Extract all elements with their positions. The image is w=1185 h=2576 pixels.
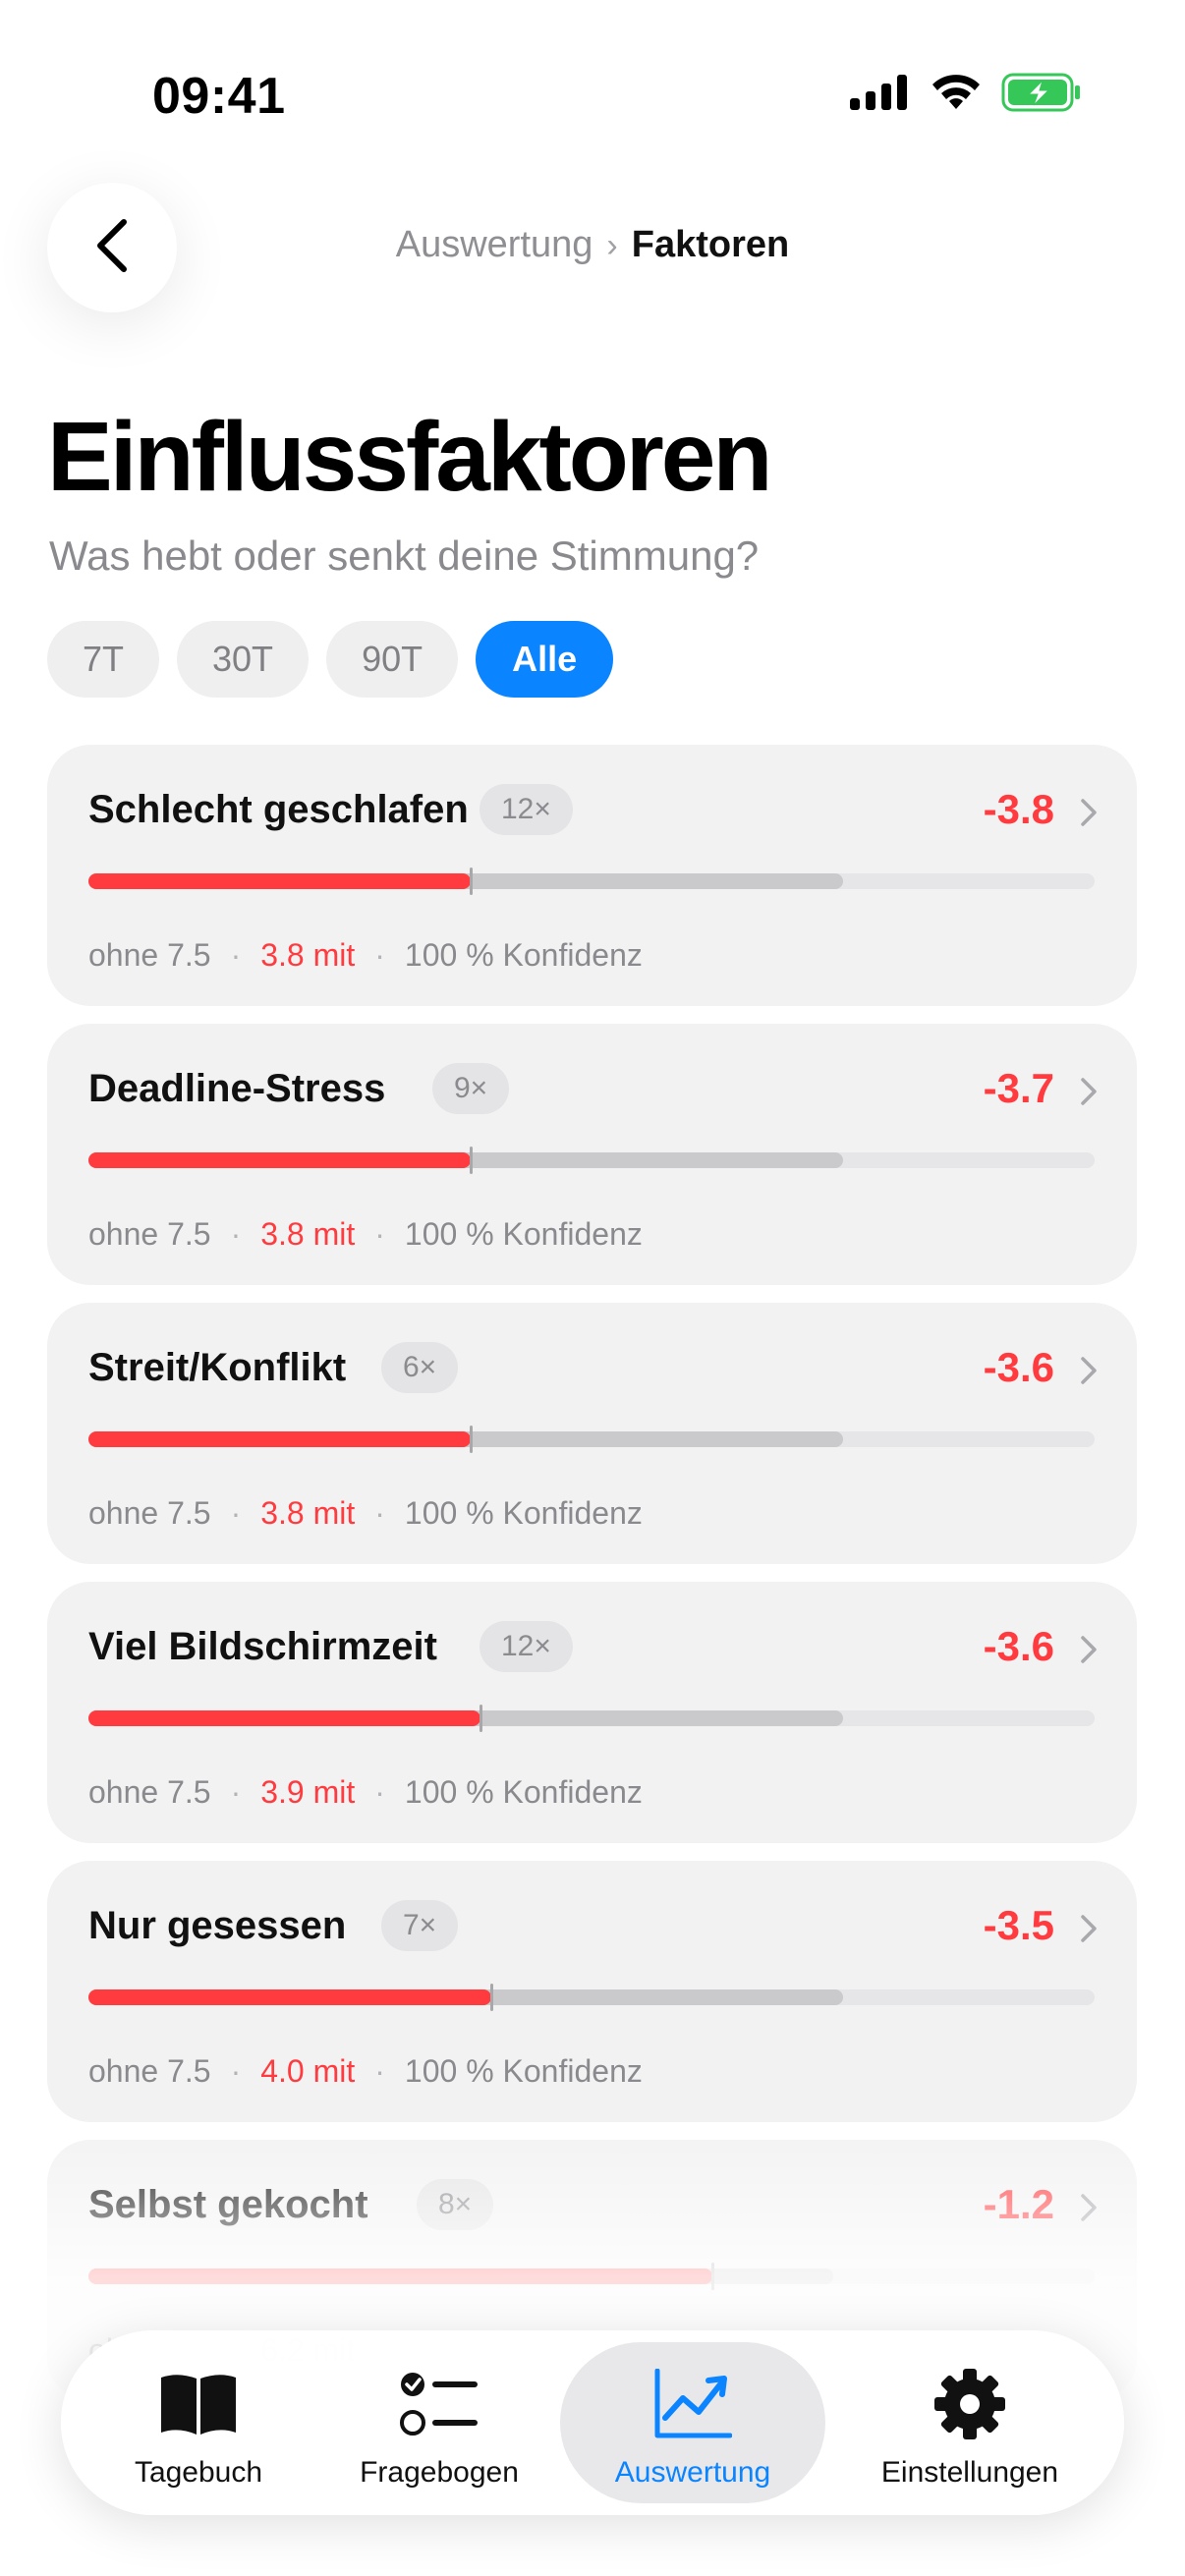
battery-charging-icon — [1001, 73, 1082, 117]
mood-delta: -3.6 — [983, 1623, 1054, 1669]
factor-stats: ohne 7.5 · 3.8 mit · 100 % Konfidenz — [88, 937, 643, 974]
breadcrumb-separator: › — [606, 227, 618, 264]
factor-name: Deadline-Stress — [88, 1067, 386, 1110]
separator-dot: · — [374, 2053, 385, 2089]
confidence-label: 100 % Konfidenz — [404, 1216, 643, 1252]
mood-with-bar — [88, 1710, 480, 1726]
factor-name: Schlecht geschlafen — [88, 788, 469, 831]
mood-without-label: ohne 7.5 — [88, 1774, 211, 1810]
mood-with-label: 4.0 mit — [260, 2053, 356, 2089]
mood-delta: -3.5 — [983, 1902, 1054, 1948]
chevron-right-icon — [1080, 1356, 1098, 1390]
gear-icon — [932, 2366, 1007, 2442]
factor-card[interactable]: Deadline-Stress 9× -3.7 ohne 7.5 · 3.8 m… — [47, 1024, 1137, 1285]
factor-card[interactable]: Nur gesessen 7× -3.5 ohne 7.5 · 4.0 mit … — [47, 1861, 1137, 2122]
mood-without-label: ohne 7.5 — [88, 1495, 211, 1531]
mood-delta: -3.6 — [983, 1344, 1054, 1390]
mood-delta: -3.8 — [983, 786, 1054, 832]
chevron-right-icon — [1080, 1635, 1098, 1669]
tab-auswertung[interactable]: Auswertung — [560, 2330, 825, 2515]
factor-name: Viel Bildschirmzeit — [88, 1625, 437, 1668]
mood-delta: -3.7 — [983, 1065, 1054, 1111]
page-title: Einflussfaktoren — [47, 402, 772, 512]
mood-with-marker — [470, 1147, 473, 1174]
mood-without-label: ohne 7.5 — [88, 2053, 211, 2089]
mood-with-bar — [88, 873, 471, 889]
confidence-label: 100 % Konfidenz — [404, 1495, 643, 1531]
mood-comparison-bar — [88, 1147, 1095, 1174]
mood-comparison-bar — [88, 868, 1095, 895]
mood-without-label: ohne 7.5 — [88, 937, 211, 973]
filter-90t[interactable]: 90T — [326, 621, 459, 698]
tab-fragebogen[interactable]: Fragebogen — [336, 2330, 542, 2515]
separator-dot: · — [374, 1216, 385, 1252]
time-range-filter: 7T 30T 90T Alle — [47, 621, 614, 698]
status-icons — [850, 73, 1082, 117]
separator-dot: · — [230, 1774, 242, 1810]
factor-card[interactable]: Streit/Konflikt 6× -3.6 ohne 7.5 · 3.8 m… — [47, 1303, 1137, 1564]
chevron-right-icon — [1080, 798, 1098, 832]
mood-with-marker — [470, 868, 473, 895]
tab-bar: Tagebuch Fragebogen Auswertung Einstellu… — [61, 2330, 1124, 2515]
filter-7t[interactable]: 7T — [47, 621, 160, 698]
book-icon — [158, 2366, 239, 2442]
confidence-label: 100 % Konfidenz — [404, 937, 643, 973]
confidence-label: 100 % Konfidenz — [404, 2053, 643, 2089]
separator-dot: · — [374, 937, 385, 973]
mood-comparison-bar — [88, 1984, 1095, 2011]
tab-label: Fragebogen — [360, 2456, 519, 2489]
mood-with-label: 3.9 mit — [260, 1774, 356, 1810]
cellular-signal-icon — [850, 75, 911, 115]
filter-30t[interactable]: 30T — [177, 621, 310, 698]
tab-tagebuch[interactable]: Tagebuch — [100, 2330, 297, 2515]
mood-comparison-bar — [88, 1426, 1095, 1453]
checklist-icon — [399, 2366, 480, 2442]
separator-dot: · — [230, 2053, 242, 2089]
occurrence-count-badge: 7× — [381, 1900, 459, 1951]
breadcrumb-parent[interactable]: Auswertung — [396, 224, 593, 265]
factor-stats: ohne 7.5 · 3.9 mit · 100 % Konfidenz — [88, 1774, 643, 1811]
tab-einstellungen[interactable]: Einstellungen — [847, 2330, 1093, 2515]
separator-dot: · — [230, 1495, 242, 1531]
filter-alle[interactable]: Alle — [476, 621, 614, 698]
wifi-icon — [931, 74, 982, 116]
mood-with-label: 3.8 mit — [260, 1495, 356, 1531]
chevron-right-icon — [1080, 1914, 1098, 1948]
mood-with-marker — [490, 1984, 493, 2011]
separator-dot: · — [374, 1774, 385, 1810]
occurrence-count-badge: 6× — [381, 1342, 459, 1393]
factor-card[interactable]: Schlecht geschlafen 12× -3.8 ohne 7.5 · … — [47, 745, 1137, 1006]
status-time: 09:41 — [152, 68, 286, 125]
tab-label: Auswertung — [614, 2456, 771, 2489]
occurrence-count-badge: 9× — [432, 1063, 510, 1114]
separator-dot: · — [230, 1216, 242, 1252]
breadcrumb-current: Faktoren — [631, 224, 790, 265]
mood-with-label: 3.8 mit — [260, 937, 356, 973]
mood-with-label: 3.8 mit — [260, 1216, 356, 1252]
mood-with-bar — [88, 1431, 471, 1447]
mood-with-marker — [480, 1705, 482, 1732]
chevron-right-icon — [1080, 1077, 1098, 1111]
factor-stats: ohne 7.5 · 3.8 mit · 100 % Konfidenz — [88, 1216, 643, 1253]
mood-comparison-bar — [88, 1705, 1095, 1732]
factor-card[interactable]: Viel Bildschirmzeit 12× -3.6 ohne 7.5 · … — [47, 1582, 1137, 1843]
occurrence-count-badge: 12× — [480, 1621, 573, 1672]
occurrence-count-badge: 12× — [480, 784, 573, 835]
mood-with-marker — [470, 1426, 473, 1453]
separator-dot: · — [230, 937, 242, 973]
separator-dot: · — [374, 1495, 385, 1531]
breadcrumb: Auswertung › Faktoren — [0, 224, 1185, 266]
factor-name: Nur gesessen — [88, 1904, 347, 1947]
mood-without-label: ohne 7.5 — [88, 1216, 211, 1252]
tab-label: Tagebuch — [134, 2456, 263, 2489]
mood-with-bar — [88, 1989, 491, 2005]
factor-stats: ohne 7.5 · 3.8 mit · 100 % Konfidenz — [88, 1495, 643, 1532]
mood-with-bar — [88, 1152, 471, 1168]
page-subtitle: Was hebt oder senkt deine Stimmung? — [49, 532, 760, 579]
factor-name: Streit/Konflikt — [88, 1346, 347, 1389]
confidence-label: 100 % Konfidenz — [404, 1774, 643, 1810]
tab-label: Einstellungen — [880, 2456, 1059, 2489]
chart-trend-icon — [653, 2366, 732, 2442]
factor-stats: ohne 7.5 · 4.0 mit · 100 % Konfidenz — [88, 2053, 643, 2090]
